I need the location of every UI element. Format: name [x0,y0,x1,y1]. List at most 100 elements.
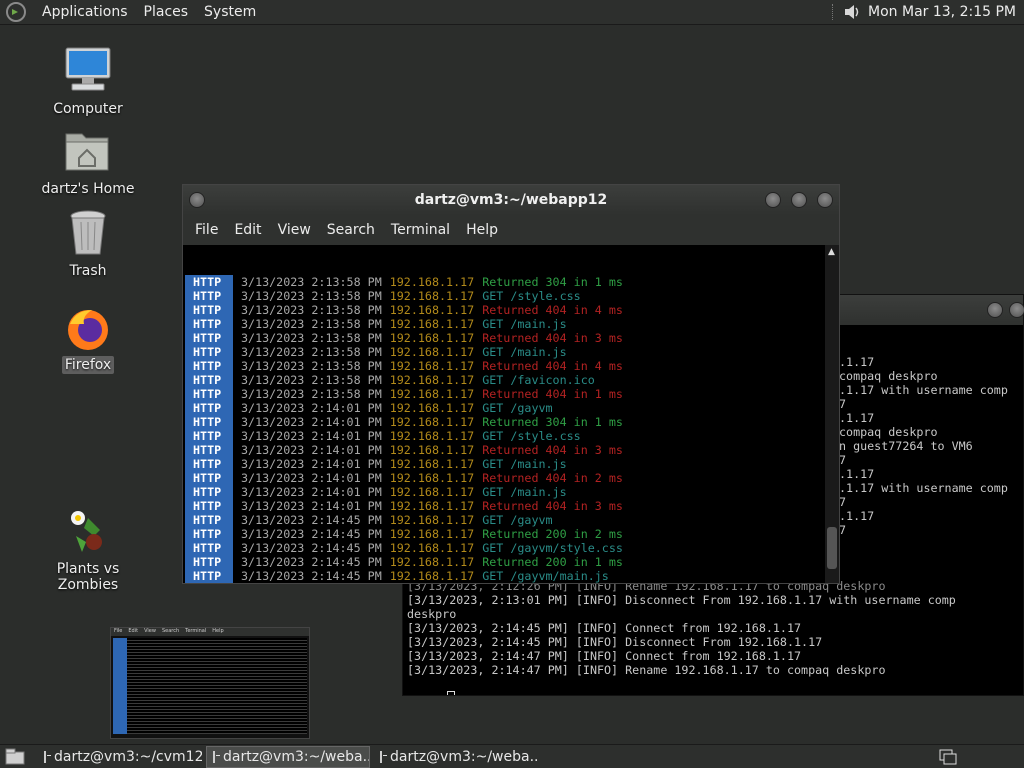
log-line: [3/13/2023, 2:14:47 PM] [INFO] Rename 19… [407,663,886,677]
taskbar-item[interactable]: dartz@vm3:~/weba... [374,746,538,768]
log-line: HTTP 3/13/2023 2:14:45 PM 192.168.1.17 GET … [185,513,825,527]
log-timestamp: 3/13/2023 2:13:58 PM [241,345,382,359]
thumbnail-menubar: File Edit View Search Terminal Help [111,628,309,636]
thumbnail-text-lines [127,638,307,734]
log-fragment: n guest77264 to VM6 [839,439,973,453]
thumbnail-tag-column [113,638,127,734]
thumbnail-menu-label: View [144,628,156,634]
desktop-icon-computer[interactable]: Computer [28,44,148,118]
log-tag: HTTP [185,289,233,303]
log-tag: HTTP [185,373,233,387]
log-line: HTTP 3/13/2023 2:13:58 PM 192.168.1.17 GET … [185,289,825,303]
minimize-button[interactable] [765,192,781,208]
log-line: HTTP 3/13/2023 2:13:58 PM 192.168.1.17 GET … [185,345,825,359]
log-timestamp: 3/13/2023 2:14:01 PM [241,415,382,429]
scroll-up-icon[interactable]: ▲ [828,247,835,257]
menu-search[interactable]: Search [319,222,383,238]
menu-terminal[interactable]: Terminal [383,222,458,238]
panel-clock[interactable]: Mon Mar 13, 2:15 PM [862,4,1024,20]
log-line: HTTP 3/13/2023 2:14:01 PM 192.168.1.17 Retu… [185,499,825,513]
terminal-output[interactable]: HTTP 3/13/2023 2:13:58 PM 192.168.1.17 Retu… [185,245,825,583]
log-line: HTTP 3/13/2023 2:14:01 PM 192.168.1.17 GET … [185,485,825,499]
log-tag: HTTP [185,527,233,541]
log-ip: 192.168.1.17 [389,443,475,457]
log-ip: 192.168.1.17 [389,317,475,331]
log-ip: 192.168.1.17 [389,499,475,513]
log-fragment: 7 [839,397,847,411]
log-tag: HTTP [185,275,233,289]
close-button[interactable] [817,192,833,208]
menu-applications[interactable]: Applications [34,4,136,20]
log-fragment: .1.17 with username comp [839,481,1008,495]
menu-system[interactable]: System [196,4,264,20]
log-line: HTTP 3/13/2023 2:14:45 PM 192.168.1.17 GET … [185,569,825,583]
menu-edit[interactable]: Edit [226,222,269,238]
log-tag: HTTP [185,317,233,331]
log-ip: 192.168.1.17 [389,373,475,387]
log-fragment: .1.17 with username comp [839,383,1008,397]
log-line: [3/13/2023, 2:14:47 PM] [INFO] Connect f… [407,649,802,663]
thumbnail-menu-label: Search [161,628,180,634]
log-message: Returned 200 in 1 ms [482,555,623,569]
menu-help[interactable]: Help [458,222,506,238]
log-timestamp: 3/13/2023 2:14:01 PM [241,485,382,499]
log-ip: 192.168.1.17 [389,485,475,499]
desktop-icon-plants-vs-zombies[interactable]: Plants vs Zombies [28,506,148,594]
log-tag: HTTP [185,359,233,373]
log-line: HTTP 3/13/2023 2:14:01 PM 192.168.1.17 Retu… [185,415,825,429]
log-tag: HTTP [185,457,233,471]
maximize-button[interactable] [1009,302,1024,318]
scrollbar[interactable]: ▲ [825,245,839,583]
log-line: HTTP 3/13/2023 2:13:58 PM 192.168.1.17 Retu… [185,275,825,289]
log-fragment: compaq deskpro [839,425,938,439]
workspace-switcher-icon[interactable] [938,748,958,766]
http-log: HTTP 3/13/2023 2:13:58 PM 192.168.1.17 Retu… [185,275,825,583]
menu-view[interactable]: View [270,222,319,238]
log-line: HTTP 3/13/2023 2:14:45 PM 192.168.1.17 Retu… [185,527,825,541]
maximize-button[interactable] [791,192,807,208]
log-tag: HTTP [185,569,233,583]
log-line: HTTP 3/13/2023 2:13:58 PM 192.168.1.17 Retu… [185,359,825,373]
window-thumbnail[interactable]: File Edit View Search Terminal Help [110,627,310,739]
log-timestamp: 3/13/2023 2:14:01 PM [241,499,382,513]
log-fragment: .1.17 [839,509,875,523]
log-line: HTTP 3/13/2023 2:13:58 PM 192.168.1.17 GET … [185,317,825,331]
taskbar-item[interactable]: dartz@vm3:~/weba... [206,745,370,768]
log-ip: 192.168.1.17 [389,275,475,289]
show-desktop-icon[interactable] [4,747,26,767]
taskbar-item-label: dartz@vm3:~/weba... [390,748,538,765]
log-fragment: .1.17 [839,411,875,425]
log-line: deskpro [407,607,457,621]
back-log-lines: [3/13/2023, 2:13:01 PM] [INFO] Disconnec… [407,593,956,677]
mint-logo-icon[interactable] [6,2,26,22]
log-timestamp: 3/13/2023 2:14:45 PM [241,569,382,583]
taskbar-item[interactable]: dartz@vm3:~/cvm12 [38,746,202,768]
log-message: Returned 404 in 3 ms [482,443,623,457]
titlebar[interactable]: dartz@vm3:~/webapp12 [183,185,839,215]
menu-places[interactable]: Places [136,4,197,20]
log-timestamp: 3/13/2023 2:14:45 PM [241,541,382,555]
scroll-thumb[interactable] [827,527,837,569]
log-tag: HTTP [185,331,233,345]
minimize-button[interactable] [987,302,1003,318]
log-line: HTTP 3/13/2023 2:13:58 PM 192.168.1.17 GET … [185,373,825,387]
speaker-icon[interactable] [842,2,862,22]
log-message: Returned 304 in 1 ms [482,275,623,289]
log-ip: 192.168.1.17 [389,359,475,373]
desktop-icon-firefox[interactable]: Firefox [28,306,148,374]
top-panel: Applications Places System Mon Mar 13, 2… [0,0,1024,25]
thumbnail-menu-label: Help [212,628,224,634]
task-list: dartz@vm3:~/cvm12 dartz@vm3:~/weba... dart… [38,745,542,768]
log-timestamp: 3/13/2023 2:14:45 PM [241,555,382,569]
log-tag: HTTP [185,499,233,513]
taskbar-item-label: dartz@vm3:~/cvm12 [54,748,202,765]
log-message: Returned 404 in 1 ms [482,387,623,401]
terminal-window-front[interactable]: dartz@vm3:~/webapp12 File Edit View Sear… [182,184,840,584]
panel-separator [832,4,834,20]
log-message: GET /favicon.ico [482,373,595,387]
menu-file[interactable]: File [187,222,226,238]
desktop-icon-home[interactable]: dartz's Home [28,126,148,198]
log-tag: HTTP [185,401,233,415]
desktop-icon-label: Trash [69,263,107,279]
desktop-icon-trash[interactable]: Trash [28,208,148,280]
